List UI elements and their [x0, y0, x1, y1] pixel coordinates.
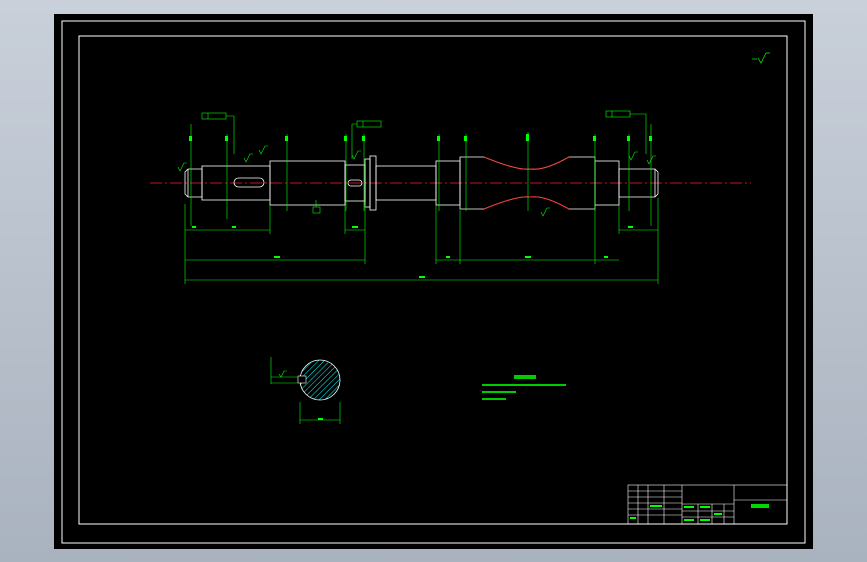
part-name-mark [751, 504, 769, 508]
length-dimensions [184, 198, 659, 284]
diameter-dimensions [190, 124, 652, 226]
roughness-symbol-general [752, 52, 770, 64]
shaft-drawing [61, 20, 806, 544]
title-block-text-marks [630, 505, 722, 521]
roughness-marks-shaft [177, 145, 656, 217]
tolerance-frame-right [605, 110, 647, 154]
cad-model-space[interactable] [54, 14, 813, 549]
outer-border [61, 20, 806, 544]
dimension-value-marks [192, 226, 633, 278]
tolerance-frame-left [201, 112, 235, 154]
dimension-tick-marks [189, 134, 652, 141]
tolerance-frame-middle [351, 120, 382, 159]
datum-marker [312, 200, 321, 214]
technical-notes [482, 375, 566, 400]
keyway-section-view [270, 357, 341, 424]
